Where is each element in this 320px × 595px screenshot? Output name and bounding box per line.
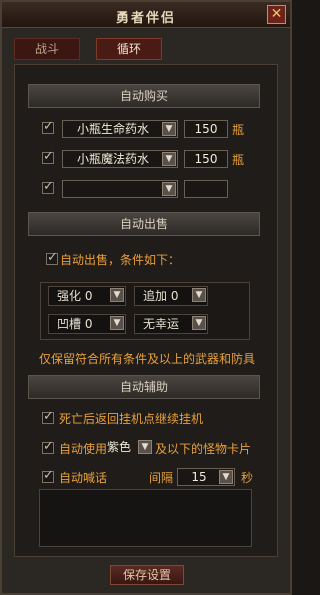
chevron-down-icon[interactable]: ▼ <box>219 470 233 484</box>
auto-buy-header: 自动购买 <box>28 84 260 108</box>
buy-row-2-item-select[interactable]: 小瓶魔法药水 ▼ <box>62 150 178 168</box>
auto-sell-label: 自动出售，条件如下： <box>60 253 181 267</box>
condition-socket-label: 凹槽 <box>57 317 82 331</box>
auto-use-checkbox[interactable] <box>42 439 54 454</box>
chevron-down-icon[interactable]: ▼ <box>110 288 124 302</box>
auto-sell-header: 自动出售 <box>28 212 260 236</box>
chevron-down-icon[interactable]: ▼ <box>162 182 176 196</box>
shout-message-textarea[interactable] <box>39 489 252 547</box>
companion-window: 勇者伴侣 ✕ 战斗 循环 自动购买 小瓶生命药水 ▼ 150 瓶 小瓶魔法药水 … <box>0 0 292 595</box>
titlebar[interactable]: 勇者伴侣 ✕ <box>2 2 290 28</box>
buy-row-3-item-select[interactable]: ▼ <box>62 180 178 198</box>
condition-enhance-label: 强化 <box>57 289 82 303</box>
sell-note: 仅保留符合所有条件及以上的武器和防具 <box>39 352 256 366</box>
buy-row-1-unit: 瓶 <box>232 123 245 137</box>
buy-row-3-qty-input[interactable] <box>184 180 228 198</box>
interval-value: 15 <box>191 470 207 484</box>
tab-combat[interactable]: 战斗 <box>14 38 80 60</box>
chevron-down-icon[interactable]: ▼ <box>110 316 124 330</box>
buy-row-1-qty-input[interactable]: 150 <box>184 120 228 138</box>
card-color-select[interactable]: 紫色 ▼ <box>107 439 153 457</box>
condition-luck-label: 无幸运 <box>143 317 180 331</box>
window-title: 勇者伴侣 <box>115 11 176 26</box>
condition-socket-value: 0 <box>84 317 93 331</box>
condition-extra-label: 追加 <box>143 289 168 303</box>
chevron-down-icon[interactable]: ▼ <box>192 288 206 302</box>
save-settings-button[interactable]: 保存设置 <box>110 565 184 585</box>
interval-unit: 秒 <box>241 471 254 485</box>
chevron-down-icon[interactable]: ▼ <box>162 122 176 136</box>
buy-row-2-unit: 瓶 <box>232 153 245 167</box>
condition-enhance-value: 0 <box>84 289 93 303</box>
buy-row-1-item-value: 小瓶生命药水 <box>76 122 149 136</box>
close-icon: ✕ <box>270 6 283 22</box>
auto-sell-checkbox[interactable] <box>46 250 58 265</box>
condition-enhance[interactable]: 强化 0 ▼ <box>48 286 126 306</box>
buy-row-2-checkbox[interactable] <box>42 149 54 164</box>
auto-assist-header: 自动辅助 <box>28 375 260 399</box>
tab-bar: 战斗 循环 <box>14 38 278 62</box>
buy-row-1-checkbox[interactable] <box>42 119 54 134</box>
auto-shout-checkbox[interactable] <box>42 468 54 483</box>
buy-row-2-item-value: 小瓶魔法药水 <box>76 152 149 166</box>
card-color-value: 紫色 <box>107 440 132 454</box>
condition-luck[interactable]: 无幸运 ▼ <box>134 314 208 334</box>
buy-row-1-item-select[interactable]: 小瓶生命药水 ▼ <box>62 120 178 138</box>
respawn-label: 死亡后返回挂机点继续挂机 <box>59 412 204 426</box>
interval-select[interactable]: 15 ▼ <box>177 468 235 486</box>
auto-shout-label: 自动喊话 <box>59 471 108 485</box>
condition-socket[interactable]: 凹槽 0 ▼ <box>48 314 126 334</box>
chevron-down-icon[interactable]: ▼ <box>162 152 176 166</box>
interval-label: 间隔 <box>149 471 174 485</box>
close-button[interactable]: ✕ <box>267 5 286 24</box>
chevron-down-icon[interactable]: ▼ <box>138 440 152 454</box>
buy-row-3-checkbox[interactable] <box>42 179 54 194</box>
respawn-checkbox[interactable] <box>42 409 54 424</box>
auto-use-label: 自动使用 <box>59 442 108 456</box>
condition-extra[interactable]: 追加 0 ▼ <box>134 286 208 306</box>
chevron-down-icon[interactable]: ▼ <box>192 316 206 330</box>
card-suffix-label: 及以下的怪物卡片 <box>155 442 252 456</box>
buy-row-2-qty-input[interactable]: 150 <box>184 150 228 168</box>
tab-loop[interactable]: 循环 <box>96 38 162 60</box>
condition-extra-value: 0 <box>170 289 179 303</box>
